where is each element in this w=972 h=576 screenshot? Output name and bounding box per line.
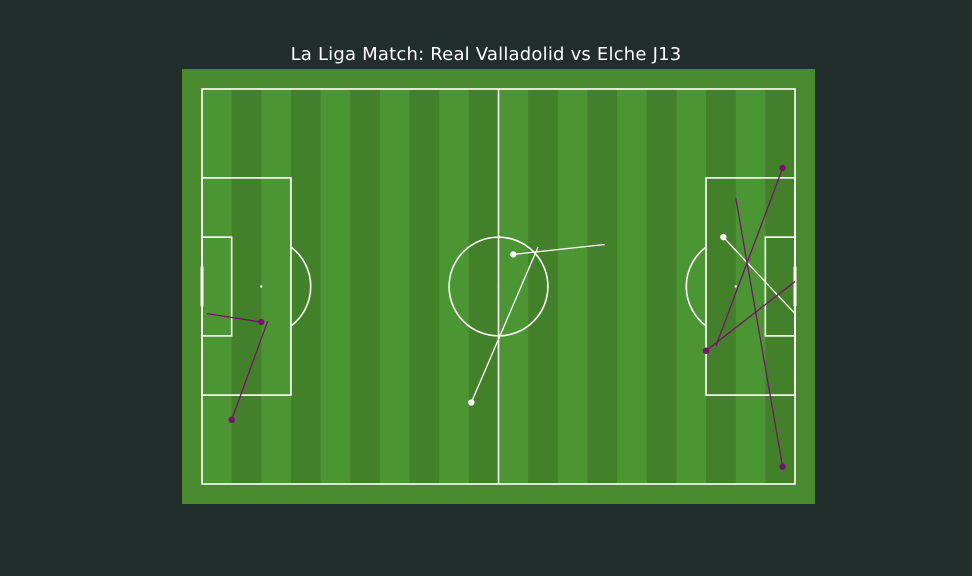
grass-stripe xyxy=(439,89,470,484)
grass-stripe xyxy=(557,89,588,484)
home-pass-end-point xyxy=(468,399,475,406)
home-pass-end-point xyxy=(510,251,517,258)
grass-stripe xyxy=(231,89,262,484)
grass-stripe xyxy=(528,89,559,484)
home-pass-end-point xyxy=(720,233,727,241)
grass-stripe xyxy=(468,89,499,484)
grass-stripe xyxy=(350,89,381,484)
grass-stripe xyxy=(379,89,411,484)
grass-stripe xyxy=(261,89,292,484)
pitch-container xyxy=(182,69,815,504)
left-penalty-spot xyxy=(260,285,263,288)
away-pass-end-point xyxy=(702,347,710,354)
away-pass-end-point xyxy=(779,164,786,172)
football-pitch xyxy=(182,69,815,504)
grass-stripe xyxy=(706,89,737,484)
grass-stripe xyxy=(617,89,648,484)
grass-stripe xyxy=(676,89,707,484)
away-pass-end-point xyxy=(779,463,786,470)
chart-title: La Liga Match: Real Valladolid vs Elche … xyxy=(290,44,682,65)
away-pass-end-point xyxy=(258,318,265,326)
grass-stripe xyxy=(290,89,322,484)
away-pass-end-point xyxy=(228,416,235,424)
grass-stripe xyxy=(409,89,440,484)
centre-spot xyxy=(497,285,500,288)
grass-stripe xyxy=(587,89,618,484)
grass-stripe xyxy=(320,89,351,484)
grass-stripe xyxy=(646,89,677,484)
grass-stripe xyxy=(202,89,233,484)
right-penalty-spot xyxy=(734,285,737,288)
grass-stripe xyxy=(498,89,529,484)
